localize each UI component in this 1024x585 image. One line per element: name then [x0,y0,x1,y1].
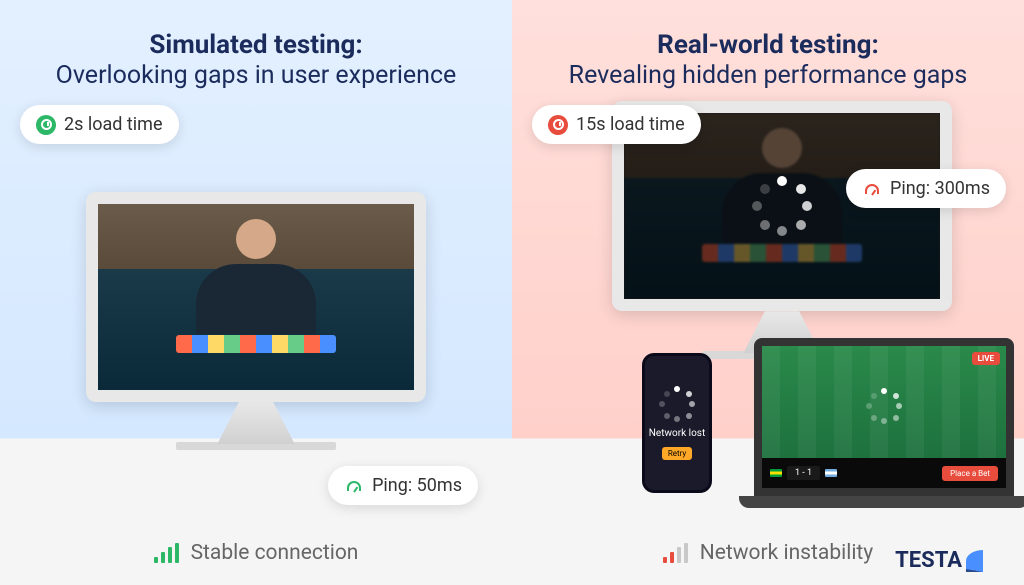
loading-spinner-icon [659,386,695,422]
left-scene: 2s load time Ping: 50ms [30,111,482,533]
load-time-badge-right: 15s load time [532,105,701,144]
ping-badge-right: Ping: 300ms [846,169,1006,208]
footer-text: Stable connection [191,541,359,565]
gauge-icon [862,179,882,199]
phone-retry-button: Retry [662,447,692,460]
screen-left [86,192,426,402]
load-time-text: 2s load time [64,114,163,135]
signal-icon-weak [663,543,688,563]
ping-text: Ping: 300ms [890,178,990,199]
flag-argentina-icon [825,469,837,477]
soccer-field: LIVE 1 - 1 [762,346,1006,488]
loading-spinner-icon [752,176,812,236]
gauge-icon [344,476,364,496]
flag-brazil-icon [770,469,782,477]
phone-device: Network lost Retry [642,353,712,493]
score-text: 1 - 1 [787,466,820,480]
left-title: Simulated testing: [30,30,482,60]
right-title: Real-world testing: [542,30,994,60]
brand-logo: TESTA [895,548,1000,573]
load-time-text: 15s load time [576,114,685,135]
logo-arc-icon [966,550,1000,572]
laptop-screen: LIVE 1 - 1 [754,338,1014,496]
laptop-device: LIVE 1 - 1 [754,338,1014,513]
scorebar: 1 - 1 Place a Bet [762,458,1006,488]
load-time-badge-left: 2s load time [20,105,179,144]
clock-icon [36,115,56,135]
loading-spinner-icon [866,388,902,424]
right-scene: 15s load time Ping: 300ms [542,111,994,533]
dealer-scene [98,204,414,390]
signal-icon-full [154,543,179,563]
footer-left: Stable connection [30,533,482,565]
clock-icon [548,115,568,135]
logo-text: TESTA [895,548,962,573]
left-subtitle: Overlooking gaps in user experience [30,60,482,91]
live-badge: LIVE [972,352,1000,365]
ping-badge-left: Ping: 50ms [328,466,478,505]
monitor-left [86,192,426,452]
phone-message: Network lost [649,428,705,439]
right-subtitle: Revealing hidden performance gaps [542,60,994,91]
simulated-panel: Simulated testing: Overlooking gaps in u… [0,0,512,585]
realworld-panel: Real-world testing: Revealing hidden per… [512,0,1024,585]
place-bet-button: Place a Bet [942,466,998,481]
ping-text: Ping: 50ms [372,475,462,496]
footer-text: Network instability [700,541,873,565]
